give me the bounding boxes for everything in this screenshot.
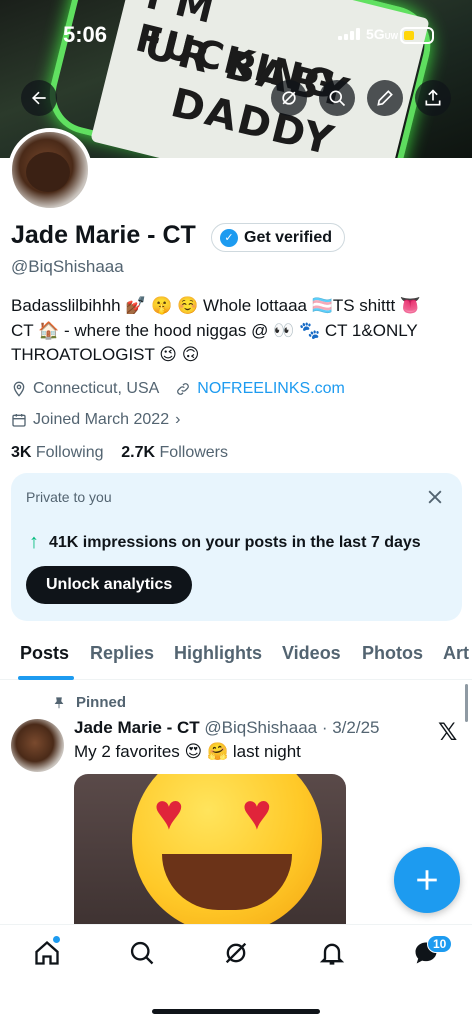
- explore-icon: [130, 941, 154, 965]
- tab-replies[interactable]: Replies: [90, 643, 154, 664]
- followers-link[interactable]: 2.7K Followers: [121, 444, 228, 461]
- signal-icon: [338, 28, 362, 40]
- share-button[interactable]: [415, 80, 451, 116]
- home-notification-dot: [53, 936, 60, 943]
- active-tab-indicator: [18, 676, 74, 680]
- close-icon[interactable]: [425, 487, 445, 507]
- impressions-summary: ↑ 41K impressions on your posts in the l…: [29, 531, 421, 554]
- post-media[interactable]: ♥ ♥: [74, 774, 346, 924]
- joined-row[interactable]: Joined March 2022 ›: [11, 411, 180, 429]
- tab-photos[interactable]: Photos: [362, 643, 423, 664]
- status-time: 5:06: [63, 22, 108, 47]
- get-verified-label: Get verified: [244, 228, 333, 246]
- profile-handle: @BiqShishaaa: [11, 257, 124, 276]
- profile-meta-row: Connecticut, USA NOFREELINKS.com: [11, 380, 345, 398]
- grok-icon: [225, 942, 247, 964]
- post-text: My 2 favorites 😍 🤗 last night: [74, 742, 301, 761]
- profile-location: Connecticut, USA: [33, 380, 160, 397]
- tab-videos[interactable]: Videos: [282, 643, 341, 664]
- following-link[interactable]: 3K Following: [11, 444, 104, 461]
- location-icon: [13, 381, 25, 397]
- tab-articles[interactable]: Art: [443, 643, 469, 664]
- grok-icon: [282, 91, 296, 105]
- battery-icon: [400, 27, 434, 44]
- status-bar: 5:06 5GUW: [0, 0, 472, 60]
- nav-grok[interactable]: [222, 939, 250, 967]
- tab-posts[interactable]: Posts: [20, 643, 69, 664]
- nav-home[interactable]: [33, 939, 61, 967]
- pinned-label: Pinned: [52, 694, 126, 711]
- tab-highlights[interactable]: Highlights: [174, 643, 262, 664]
- nav-notifications[interactable]: [318, 939, 346, 967]
- grok-button[interactable]: [271, 80, 307, 116]
- x-logo-icon: 𝕏: [438, 719, 458, 746]
- bio-line: THROATOLOGIST 😉 🙃: [11, 345, 200, 364]
- compose-plus-icon: [417, 870, 437, 890]
- network-indicator: 5GUW: [366, 26, 399, 42]
- profile-avatar[interactable]: [8, 128, 92, 212]
- edit-profile-button[interactable]: [367, 80, 403, 116]
- scrollbar[interactable]: [465, 684, 468, 722]
- post-header[interactable]: Jade Marie - CT @BiqShishaaa · 3/2/25: [74, 718, 379, 738]
- profile-tabs: Posts Replies Highlights Videos Photos A…: [0, 630, 472, 680]
- search-icon: [329, 90, 346, 107]
- home-icon: [35, 940, 59, 965]
- post-avatar[interactable]: [11, 719, 64, 772]
- back-button[interactable]: [21, 80, 57, 116]
- profile-joined: Joined March 2022: [33, 411, 170, 428]
- arrow-up-icon: ↑: [29, 531, 39, 553]
- messages-badge: 10: [427, 935, 453, 953]
- post-handle-date: @BiqShishaaa · 3/2/25: [204, 718, 380, 737]
- share-icon: [425, 89, 441, 106]
- search-button[interactable]: [319, 80, 355, 116]
- get-verified-button[interactable]: ✓ Get verified: [211, 223, 346, 252]
- follow-stats: 3K Following 2.7K Followers: [11, 444, 228, 462]
- verified-badge-icon: ✓: [220, 228, 238, 247]
- back-arrow-icon: [32, 91, 46, 105]
- unlock-analytics-button[interactable]: Unlock analytics: [26, 566, 193, 604]
- profile-website-link[interactable]: NOFREELINKS.com: [197, 380, 345, 398]
- bio-line: Badasslilbihhh 💅🏾 🤫 ☺️ Whole lottaaa 🏳️‍…: [11, 296, 422, 315]
- analytics-card: Private to you ↑ 41K impressions on your…: [11, 473, 462, 621]
- card-title: Private to you: [26, 489, 112, 505]
- profile-name: Jade Marie - CT: [11, 221, 196, 249]
- profile-bio: Badasslilbihhh 💅🏾 🤫 ☺️ Whole lottaaa 🏳️‍…: [11, 294, 466, 368]
- bio-line: CT 🏠 - where the hood niggas @ 👀 🐾 CT 1&…: [11, 320, 418, 340]
- impressions-text: 41K impressions on your posts in the las…: [49, 533, 421, 551]
- nav-explore[interactable]: [128, 939, 156, 967]
- heart-eyes-emoji-image: ♥ ♥: [132, 774, 322, 924]
- notifications-icon: [319, 943, 345, 965]
- post-author: Jade Marie - CT: [74, 718, 200, 737]
- edit-icon: [377, 90, 393, 106]
- calendar-icon: [12, 414, 26, 427]
- bottom-nav: 10: [0, 924, 472, 1024]
- home-indicator[interactable]: [152, 1009, 320, 1014]
- link-icon: [177, 383, 190, 395]
- chevron-right-icon: ›: [175, 411, 181, 428]
- compose-post-button[interactable]: [394, 847, 460, 913]
- pin-icon: [54, 696, 64, 708]
